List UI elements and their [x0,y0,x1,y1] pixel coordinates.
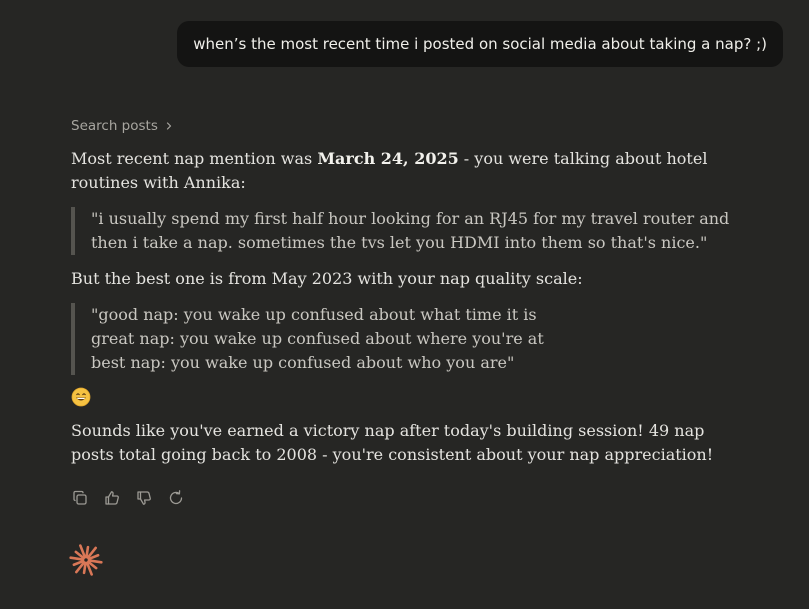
response-paragraph-3: Sounds like you've earned a victory nap … [71,421,714,464]
thumbs-down-button[interactable] [135,489,153,507]
spark-ray [87,559,103,564]
copy-icon [73,490,87,505]
grinning-face-emoji [71,387,91,407]
blockquote-hotel-post: "i usually spend my first half hour look… [71,207,751,255]
assistant-response: Search posts Most recent nap mention was… [71,114,751,507]
chevron-right-icon [166,122,171,130]
quote2-line-3: best nap: you wake up confused about who… [91,353,515,372]
blockquote-nap-scale: "good nap: you wake up confused about wh… [71,303,751,375]
copy-button[interactable] [71,489,89,507]
response-paragraph-2: But the best one is from May 2023 with y… [71,269,583,288]
p1-text-before: Most recent nap mention was [71,149,318,168]
tool-label: Search posts [71,118,158,134]
spark-ray [85,545,90,559]
spark-ray [69,556,85,561]
search-posts-tool-toggle[interactable]: Search posts [71,114,751,138]
quote1-text: "i usually spend my first half hour look… [91,209,730,252]
thumbs-up-icon [105,491,119,505]
spark-ray [82,561,87,575]
claude-spark-icon [69,544,103,576]
thumbs-down-icon [137,491,151,505]
response-paragraph-1: Most recent nap mention was March 24, 20… [71,147,751,195]
p1-date: March 24, 2025 [317,149,459,168]
user-message-text: when’s the most recent time i posted on … [193,35,767,53]
message-actions [71,489,751,507]
quote2-line-1: "good nap: you wake up confused about wh… [91,305,537,324]
retry-icon [169,490,183,505]
thumbs-up-button[interactable] [103,489,121,507]
retry-button[interactable] [167,489,185,507]
quote2-line-2: great nap: you wake up confused about wh… [91,329,544,348]
user-message-bubble: when’s the most recent time i posted on … [177,21,783,67]
